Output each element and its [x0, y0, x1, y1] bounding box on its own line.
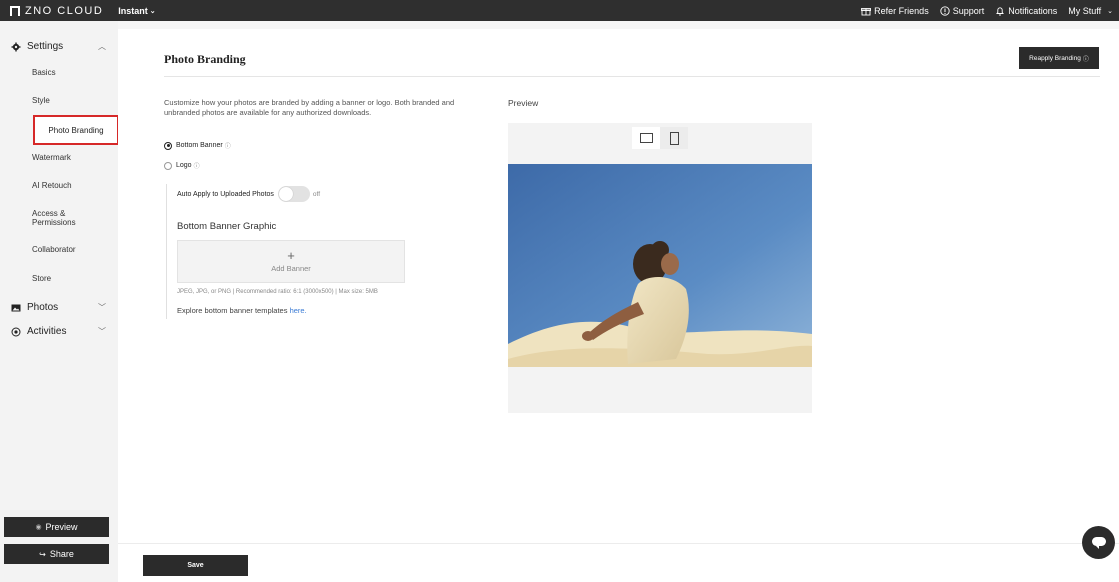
reapply-branding-button[interactable]: Reapply Branding ⓘ [1019, 47, 1099, 69]
banner-section-title: Bottom Banner Graphic [177, 221, 277, 232]
sidebar-group-photos[interactable]: Photos ﹀ [11, 302, 106, 313]
auto-apply-row: Auto Apply to Uploaded Photos off [177, 186, 320, 202]
share-label: Share [49, 549, 74, 559]
activities-label: Activities [27, 326, 67, 337]
portrait-icon [669, 131, 679, 145]
image-icon [11, 303, 21, 313]
preview-panel [508, 123, 812, 413]
chevron-up-icon: ︿ [98, 42, 106, 51]
preview-button[interactable]: ◉ Preview [4, 517, 109, 537]
option-label: Logo [176, 162, 192, 169]
photo-image [508, 164, 812, 367]
preview-label: Preview [45, 522, 78, 532]
refer-friends-link[interactable]: Refer Friends [861, 6, 929, 16]
brand-name: ZNO CLOUD [25, 4, 104, 17]
bell-icon [995, 6, 1005, 16]
chevron-down-icon: ⌄ [1107, 7, 1113, 15]
sidebar-item-label: Photo Branding [48, 125, 104, 135]
content-top-strip [118, 21, 1119, 29]
divider [164, 76, 1100, 77]
main-content: Photo Branding Reapply Branding ⓘ Custom… [118, 21, 1119, 582]
chat-button[interactable] [1082, 526, 1115, 559]
option-label: Bottom Banner [176, 142, 223, 149]
settings-label: Settings [27, 41, 64, 52]
auto-apply-label: Auto Apply to Uploaded Photos [177, 190, 274, 198]
sidebar-item-label: Access & [32, 209, 66, 218]
help-icon[interactable]: ⓘ [225, 141, 231, 150]
indent-line [166, 184, 167, 319]
landscape-button[interactable] [632, 127, 660, 149]
support-link[interactable]: Support [940, 5, 985, 16]
description-text: Customize how your photos are branded by… [164, 98, 455, 117]
page-title: Photo Branding [164, 52, 246, 66]
chevron-down-icon: ﹀ [98, 327, 106, 336]
notifications-label: Notifications [1008, 5, 1058, 16]
sidebar-item-basics[interactable]: Basics [0, 68, 118, 77]
sidebar-item-ai-retouch[interactable]: AI Retouch [0, 181, 118, 190]
activity-icon [11, 327, 21, 337]
share-icon: ↪ [39, 549, 46, 559]
notifications-link[interactable]: Notifications [995, 6, 1057, 16]
toggle-state-label: off [312, 190, 321, 198]
sidebar-item-style[interactable]: Style [0, 96, 118, 105]
help-icon[interactable]: ⓘ [194, 161, 200, 170]
help-icon: ⓘ [1082, 56, 1089, 63]
logo-icon [10, 5, 20, 16]
explore-templates-text: Explore bottom banner templates here. [177, 306, 307, 315]
sidebar-group-settings[interactable]: Settings ︿ [11, 41, 106, 52]
footer-divider [118, 543, 1119, 544]
radio-button-selected[interactable] [164, 141, 172, 150]
chevron-down-icon: ﹀ [98, 303, 106, 312]
preview-heading: Preview [508, 98, 539, 108]
portrait-button[interactable] [660, 127, 688, 149]
gift-icon [861, 6, 872, 16]
reapply-label: Reapply Branding [1029, 54, 1081, 62]
landscape-icon [639, 133, 653, 143]
sidebar-item-collaborator[interactable]: Collaborator [0, 245, 118, 254]
plan-dropdown[interactable]: Instant ⌄ [118, 6, 155, 16]
my-stuff-dropdown[interactable]: My Stuff ⌄ [1068, 6, 1113, 16]
templates-link[interactable]: here. [290, 306, 307, 315]
eye-icon: ◉ [35, 524, 42, 531]
sidebar-item-watermark[interactable]: Watermark [0, 153, 118, 162]
my-stuff-label: My Stuff [1068, 5, 1102, 16]
plan-label: Instant [118, 5, 148, 16]
refer-friends-label: Refer Friends [874, 5, 929, 16]
explore-text: Explore bottom banner templates [177, 306, 288, 315]
share-button[interactable]: ↪ Share [4, 544, 109, 564]
sidebar-item-photo-branding[interactable]: Photo Branding [33, 115, 119, 145]
add-banner-button[interactable]: + Add Banner [177, 240, 405, 283]
option-logo[interactable]: Logo ⓘ [164, 161, 200, 170]
gear-icon [11, 42, 21, 52]
photos-label: Photos [27, 302, 59, 313]
upload-hint: JPEG, JPG, or PNG | Recommended ratio: 6… [177, 289, 378, 295]
auto-apply-toggle[interactable] [277, 186, 310, 202]
support-label: Support [952, 5, 985, 16]
zno-cloud-logo[interactable]: ZNO CLOUD [10, 5, 103, 17]
top-bar: ZNO CLOUD Instant ⌄ Refer Friends Suppor… [0, 0, 1119, 21]
radio-button[interactable] [164, 161, 172, 170]
chat-icon [1091, 536, 1106, 549]
chevron-down-icon: ⌄ [149, 7, 156, 15]
option-bottom-banner[interactable]: Bottom Banner ⓘ [164, 141, 231, 150]
sidebar-item-access-permissions[interactable]: Access & Permissions [0, 209, 118, 227]
orientation-toggle [632, 127, 688, 149]
sidebar-group-activities[interactable]: Activities ﹀ [11, 326, 106, 337]
add-banner-label: Add Banner [271, 264, 311, 273]
info-circle-icon [940, 6, 950, 16]
sidebar-item-store[interactable]: Store [0, 274, 118, 283]
plus-icon: + [287, 248, 295, 263]
sidebar: Settings ︿ Basics Style Photo Branding W… [0, 21, 119, 582]
save-button[interactable]: Save [143, 555, 248, 576]
preview-photo [508, 164, 812, 367]
sidebar-item-label: Permissions [32, 218, 76, 227]
